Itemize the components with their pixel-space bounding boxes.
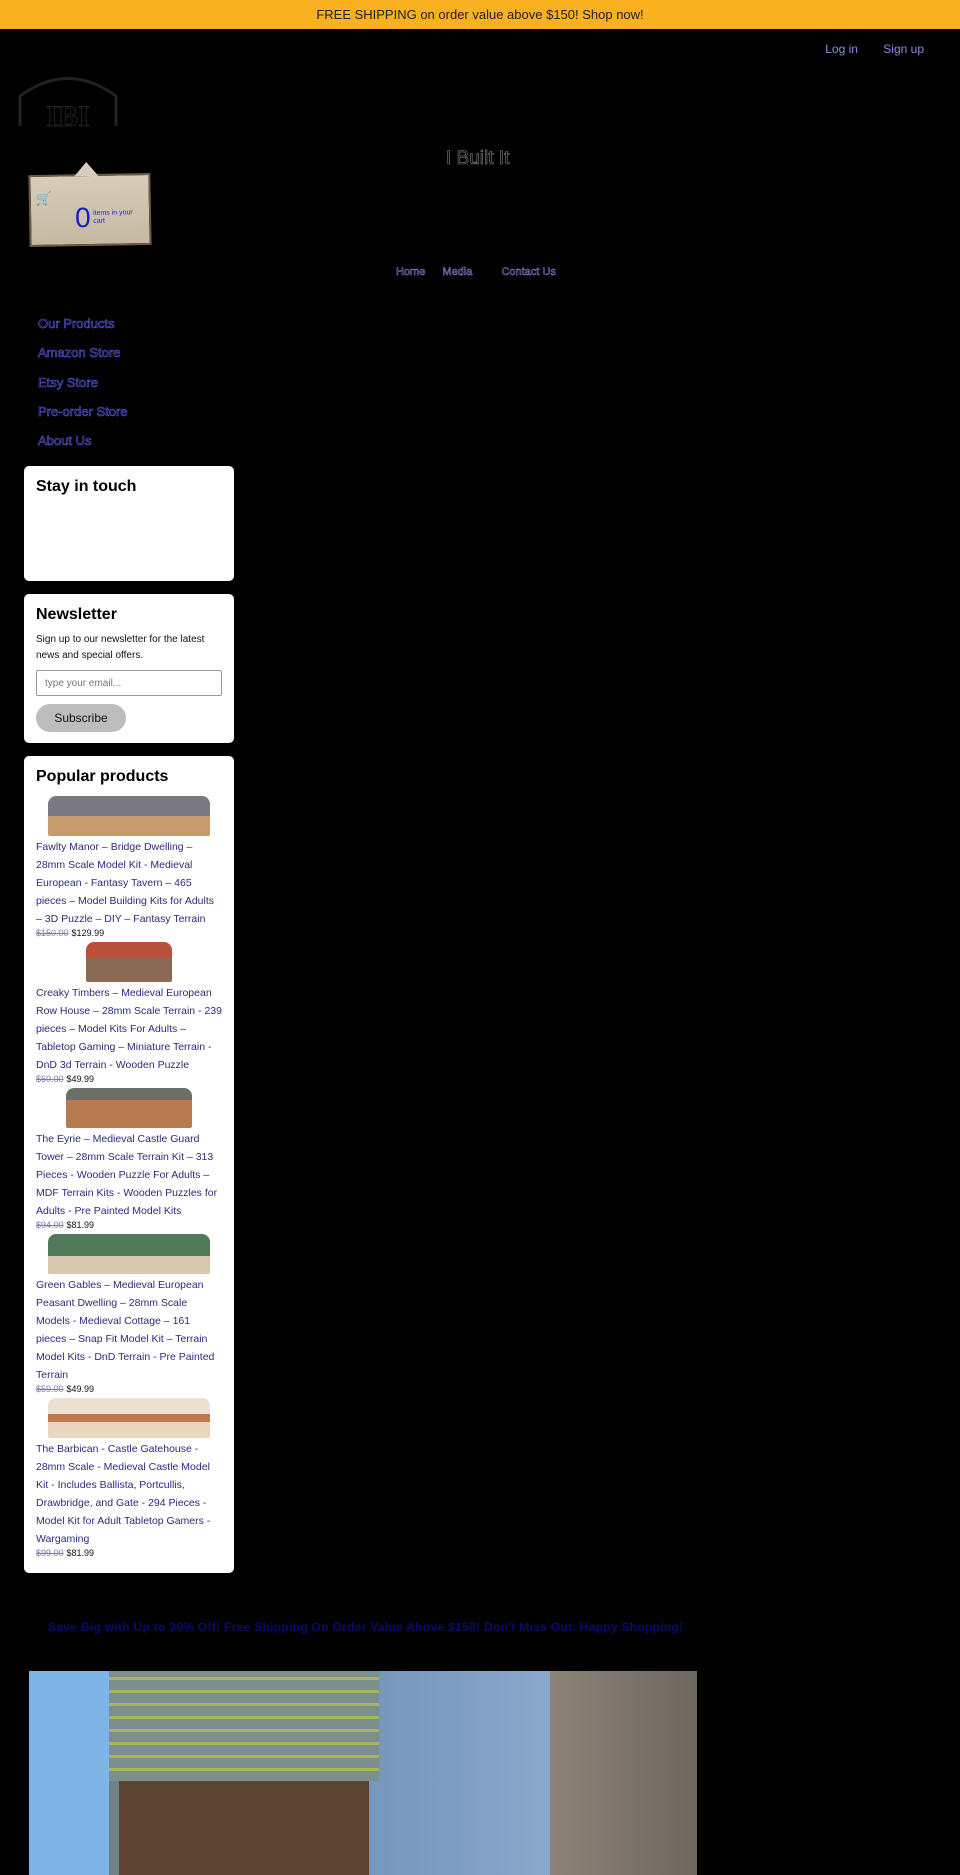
newsletter-title: Newsletter (36, 606, 117, 623)
hero-wall (119, 1781, 369, 1875)
sidenav-our-products[interactable]: Our Products (38, 316, 128, 345)
old-price: $150.00 (36, 928, 69, 938)
product-price: $59.00 $49.99 (36, 1384, 222, 1394)
sidenav-about-us[interactable]: About Us (38, 433, 128, 462)
old-price: $99.00 (36, 1548, 64, 1558)
product-title[interactable]: Creaky Timbers – Medieval European Row H… (36, 984, 222, 1074)
signup-link[interactable]: Sign up (883, 42, 924, 56)
sidenav-preorder-store[interactable]: Pre-order Store (38, 404, 128, 433)
product-image[interactable] (86, 942, 172, 982)
nav-contact[interactable]: Contact Us (501, 266, 556, 279)
newsletter-text: Sign up to our newsletter for the latest… (36, 634, 205, 661)
site-logo[interactable]: IBI (12, 66, 124, 134)
login-link[interactable]: Log in (825, 42, 858, 56)
stay-in-touch-title: Stay in touch (36, 478, 137, 495)
side-nav: Our Products Amazon Store Etsy Store Pre… (38, 316, 128, 462)
hero-roof (109, 1671, 379, 1781)
sale-price: $81.99 (66, 1220, 95, 1230)
nav-home[interactable]: Home (396, 266, 426, 279)
cart-hook (74, 161, 99, 177)
nav-media[interactable]: Media (442, 266, 472, 279)
svg-text:IBI: IBI (46, 100, 89, 133)
old-price: $60.00 (36, 1074, 64, 1084)
stay-in-touch-card: Stay in touch (24, 466, 234, 581)
product-image[interactable] (48, 796, 210, 836)
old-price: $94.00 (36, 1220, 64, 1230)
sidenav-amazon-store[interactable]: Amazon Store (38, 345, 128, 374)
product-item[interactable]: Fawlty Manor – Bridge Dwelling – 28mm Sc… (36, 796, 222, 938)
auth-links: Log in Sign up (803, 42, 924, 56)
product-title[interactable]: Green Gables – Medieval European Peasant… (36, 1276, 222, 1384)
popular-products-title: Popular products (36, 768, 169, 785)
product-price: $94.00 $81.99 (36, 1220, 222, 1230)
product-item[interactable]: The Eyrie – Medieval Castle Guard Tower … (36, 1088, 222, 1230)
cart-label: items in your cart (92, 209, 133, 225)
old-price: $59.00 (36, 1384, 64, 1394)
site-title: I Built It (446, 148, 510, 170)
product-price: $99.00 $81.99 (36, 1548, 222, 1558)
product-title[interactable]: Fawlty Manor – Bridge Dwelling – 28mm Sc… (36, 838, 222, 928)
cart-widget[interactable]: 🛒 0 items in your cart (28, 161, 152, 248)
cart-icon: 🛒 (35, 190, 53, 206)
newsletter-card: Newsletter Sign up to our newsletter for… (24, 594, 234, 743)
product-title[interactable]: The Eyrie – Medieval Castle Guard Tower … (36, 1130, 222, 1220)
sale-price: $129.99 (71, 928, 105, 938)
popular-products-card: Popular products Fawlty Manor – Bridge D… (24, 756, 234, 1573)
cart-count: 0 (74, 201, 91, 234)
email-input[interactable] (36, 670, 222, 696)
sale-price: $49.99 (66, 1074, 95, 1084)
shipping-banner[interactable]: FREE SHIPPING on order value above $150!… (0, 0, 960, 29)
subscribe-button[interactable]: Subscribe (36, 704, 126, 732)
promo-text: Save Big with Up to 30% Off! Free Shippi… (48, 1620, 684, 1634)
product-price: $150.00 $129.99 (36, 928, 222, 938)
product-item[interactable]: The Barbican - Castle Gatehouse - 28mm S… (36, 1398, 222, 1558)
product-image[interactable] (48, 1398, 210, 1438)
product-item[interactable]: Green Gables – Medieval European Peasant… (36, 1234, 222, 1394)
product-item[interactable]: Creaky Timbers – Medieval European Row H… (36, 942, 222, 1084)
product-price: $60.00 $49.99 (36, 1074, 222, 1084)
top-nav: Home Media Contact Us (396, 266, 570, 279)
sale-price: $81.99 (66, 1548, 95, 1558)
hero-image (29, 1671, 697, 1875)
product-image[interactable] (66, 1088, 192, 1128)
product-title[interactable]: The Barbican - Castle Gatehouse - 28mm S… (36, 1440, 222, 1548)
sidenav-etsy-store[interactable]: Etsy Store (38, 374, 128, 404)
product-image[interactable] (48, 1234, 210, 1274)
sale-price: $49.99 (66, 1384, 95, 1394)
